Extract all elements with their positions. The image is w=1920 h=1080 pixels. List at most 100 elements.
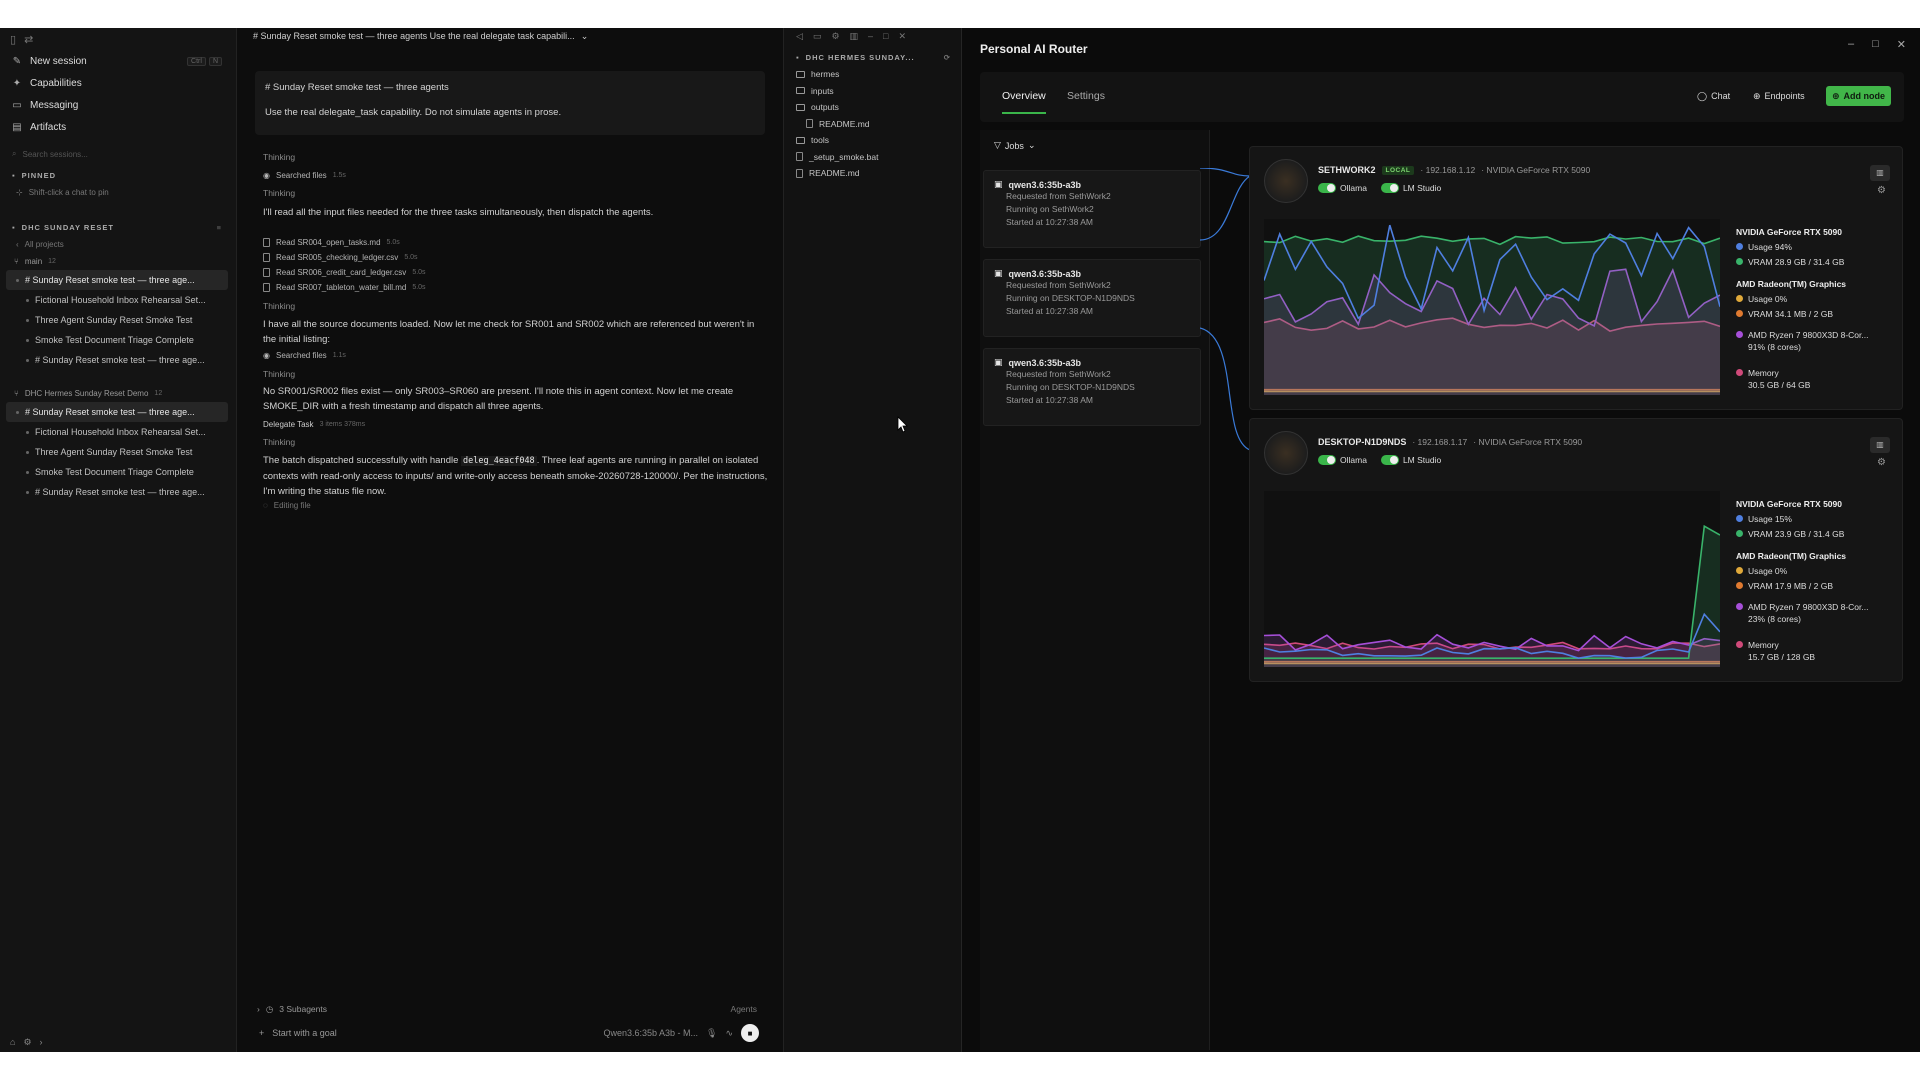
search-icon: ◉ xyxy=(263,351,270,360)
nav-messaging[interactable]: ▭ Messaging xyxy=(0,94,236,116)
gear-icon[interactable]: ⚙ xyxy=(1877,185,1886,196)
gpu-name: NVIDIA GeForce RTX 5090 xyxy=(1736,499,1842,509)
session-item[interactable]: Smoke Test Document Triage Complete xyxy=(0,462,236,482)
node-ip: · 192.168.1.17 xyxy=(1412,437,1468,447)
gear-icon[interactable]: ⚙ xyxy=(1877,457,1886,468)
lmstudio-toggle[interactable]: LM Studio xyxy=(1380,183,1441,193)
thinking-label[interactable]: Thinking xyxy=(263,435,768,450)
thinking-label[interactable]: Thinking xyxy=(263,150,768,165)
settings-icon[interactable]: ⚙ xyxy=(831,31,839,42)
tree-item-folder[interactable]: hermes xyxy=(784,66,961,83)
composer-input[interactable]: Start with a goal xyxy=(272,1028,337,1038)
session-item[interactable]: # Sunday Reset smoke test — three age... xyxy=(0,350,236,370)
toggle-sidebar-icon[interactable]: ▯ xyxy=(10,33,16,46)
session-dot-icon xyxy=(26,450,29,454)
group-menu-icon[interactable]: ≡ xyxy=(217,223,222,232)
ollama-toggle[interactable]: Ollama xyxy=(1318,183,1367,193)
tree-item-folder[interactable]: outputs xyxy=(784,99,961,116)
close-icon[interactable]: ✕ xyxy=(1897,38,1906,51)
session-item[interactable]: Three Agent Sunday Reset Smoke Test xyxy=(0,310,236,330)
session-item[interactable]: # Sunday Reset smoke test — three age... xyxy=(0,482,236,502)
subagents-label: 3 Subagents xyxy=(279,1004,327,1014)
jobs-filter[interactable]: ▽ Jobs ⌄ xyxy=(994,140,1035,151)
session-dot-icon xyxy=(26,358,29,362)
gpu-vram-stat: VRAM 28.9 GB / 31.4 GB xyxy=(1736,254,1896,269)
chat-title-bar[interactable]: # Sunday Reset smoke test — three agents… xyxy=(237,28,783,44)
expand-icon[interactable]: › xyxy=(40,1037,43,1048)
chart-toggle-button[interactable]: ▥ xyxy=(1870,165,1890,181)
chat-button[interactable]: ◯ Chat xyxy=(1691,86,1736,106)
tree-item-folder[interactable]: tools xyxy=(784,132,961,149)
delegate-task-row[interactable]: Delegate Task 3 items 378ms xyxy=(263,417,768,432)
endpoints-button[interactable]: ⊕ Endpoints xyxy=(1747,86,1811,106)
refresh-icon[interactable]: ⟳ xyxy=(944,53,951,62)
read-file-row[interactable]: Read SR005_checking_ledger.csv 5.0s xyxy=(263,250,768,265)
nav-capabilities[interactable]: ✦ Capabilities xyxy=(0,72,236,94)
toggle-switch xyxy=(1380,455,1399,465)
chip-icon: ▣ xyxy=(994,179,1003,189)
home-icon[interactable]: ⌂ xyxy=(10,1037,15,1048)
add-node-button[interactable]: ⊕ Add node xyxy=(1826,86,1892,106)
session-search[interactable]: ⌕ Search sessions... xyxy=(0,144,236,164)
session-item[interactable]: Three Agent Sunday Reset Smoke Test xyxy=(0,442,236,462)
agents-label[interactable]: Agents xyxy=(731,1004,757,1014)
thinking-label[interactable]: Thinking xyxy=(263,367,768,382)
subagents-bar[interactable]: › ◷ 3 Subagents Agents xyxy=(255,1001,765,1017)
model-selector[interactable]: Qwen3.6:35b A3b - M... xyxy=(603,1028,698,1038)
job-card[interactable]: ▣ qwen3.6:35b-a3b Requested from SethWork… xyxy=(983,170,1201,248)
tab-settings[interactable]: Settings xyxy=(1067,90,1105,112)
session-dot-icon xyxy=(16,278,19,282)
settings-icon[interactable]: ⚙ xyxy=(23,1037,31,1048)
volume-icon[interactable]: ◁ xyxy=(796,31,803,42)
gpu-usage-stat: Usage 94% xyxy=(1736,239,1896,254)
stop-button[interactable]: ■ xyxy=(741,1024,759,1042)
tree-item-file[interactable]: _setup_smoke.bat xyxy=(784,149,961,166)
chart-toggle-button[interactable]: ▥ xyxy=(1870,437,1890,453)
read-file-row[interactable]: Read SR004_open_tasks.md 5.0s xyxy=(263,235,768,250)
node-name: DESKTOP-N1D9NDS xyxy=(1318,437,1407,447)
searched-files-row[interactable]: ◉ Searched files 1.1s xyxy=(263,348,768,363)
memory-value: 15.7 GB / 128 GB xyxy=(1748,652,1816,662)
plus-icon[interactable]: + xyxy=(259,1028,264,1038)
maximize-icon[interactable]: □ xyxy=(883,31,888,41)
ollama-toggle[interactable]: Ollama xyxy=(1318,455,1367,465)
job-card[interactable]: ▣ qwen3.6:35b-a3b Requested from SethWork… xyxy=(983,348,1201,426)
close-icon[interactable]: ✕ xyxy=(898,31,906,42)
minimize-icon[interactable]: – xyxy=(1848,38,1854,51)
minimize-icon[interactable]: – xyxy=(868,31,873,41)
read-file-row[interactable]: Read SR006_credit_card_ledger.csv 5.0s xyxy=(263,265,768,280)
tree-item-folder[interactable]: inputs xyxy=(784,83,961,100)
branch-demo[interactable]: ⑂ DHC Hermes Sunday Reset Demo 12 xyxy=(0,384,236,402)
lmstudio-toggle[interactable]: LM Studio xyxy=(1380,455,1441,465)
thinking-label[interactable]: Thinking xyxy=(263,299,768,314)
mic-icon[interactable]: 🎙 xyxy=(706,1028,717,1039)
session-item[interactable]: Smoke Test Document Triage Complete xyxy=(0,330,236,350)
voice-icon[interactable]: ∿ xyxy=(725,1028,733,1039)
all-projects-link[interactable]: ‹ All projects xyxy=(0,236,236,252)
session-item[interactable]: Fictional Household Inbox Rehearsal Set.… xyxy=(0,422,236,442)
nav-new-session[interactable]: ✎ New session Ctrl N xyxy=(0,50,236,72)
session-item[interactable]: # Sunday Reset smoke test — three age... xyxy=(6,402,228,422)
split-icon[interactable]: ▥ xyxy=(850,31,859,42)
maximize-icon[interactable]: □ xyxy=(1872,38,1879,51)
swap-icon[interactable]: ⇄ xyxy=(24,33,33,46)
job-card[interactable]: ▣ qwen3.6:35b-a3b Requested from SethWork… xyxy=(983,259,1201,337)
session-dot-icon xyxy=(26,470,29,474)
thinking-label[interactable]: Thinking xyxy=(263,186,768,201)
searched-files-row[interactable]: ◉ Searched files 1.5s xyxy=(263,168,768,183)
terminal-icon[interactable]: ▭ xyxy=(813,31,822,42)
chevron-down-icon[interactable]: ⌄ xyxy=(581,31,589,42)
tab-overview[interactable]: Overview xyxy=(1002,90,1046,114)
tree-item-file[interactable]: README.md xyxy=(784,116,961,133)
group-header[interactable]: ▪ DHC SUNDAY RESET ≡ xyxy=(0,218,236,236)
node-stats: NVIDIA GeForce RTX 5090 Usage 94% VRAM 2… xyxy=(1736,221,1896,393)
branch-main[interactable]: ⑂ main 12 xyxy=(0,252,236,270)
tree-item-file[interactable]: README.md xyxy=(784,165,961,182)
session-item[interactable]: # Sunday Reset smoke test — three age... xyxy=(6,270,228,290)
read-file-row[interactable]: Read SR007_tableton_water_bill.md 5.0s xyxy=(263,280,768,295)
spinner-icon: ◌ xyxy=(263,501,268,510)
composer[interactable]: + Start with a goal Qwen3.6:35b A3b - M.… xyxy=(255,1022,765,1044)
gpu-usage-stat: Usage 15% xyxy=(1736,511,1896,526)
nav-artifacts[interactable]: ▤ Artifacts xyxy=(0,116,236,138)
session-item[interactable]: Fictional Household Inbox Rehearsal Set.… xyxy=(0,290,236,310)
